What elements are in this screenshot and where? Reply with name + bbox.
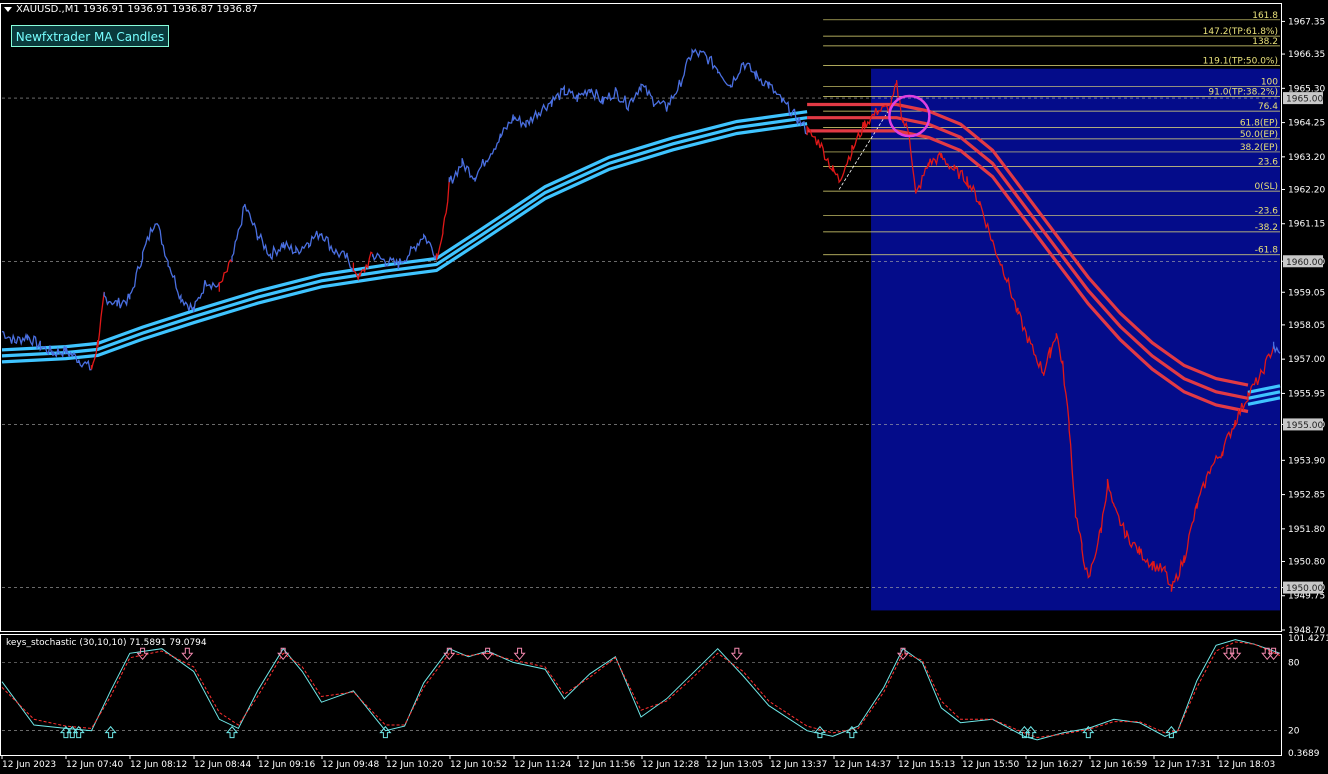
x-tick-label: 12 Jun 18:03 (1218, 760, 1275, 770)
price-line (103, 222, 220, 313)
x-tick-label: 12 Jun 08:44 (194, 760, 251, 770)
ma-band-line (1, 116, 808, 358)
y-tick-label: 1950.80 (1288, 557, 1325, 567)
stoch-tick-label: 101.4271 (1288, 634, 1328, 644)
price-label-text: 1965.00 (1286, 95, 1323, 105)
y-tick-label: 1964.25 (1288, 119, 1325, 129)
x-tick-label: 12 Jun 09:48 (322, 760, 379, 770)
x-tick-label: 12 Jun 09:16 (258, 760, 315, 770)
y-tick-label: 1952.85 (1288, 491, 1325, 501)
fib-level-label: 138.2 (1252, 37, 1278, 47)
fib-level-label: -61.8 (1255, 246, 1279, 256)
x-tick-label: 12 Jun 13:37 (770, 760, 827, 770)
x-tick-label: 12 Jun 2023 (2, 760, 56, 770)
fib-level-label: 91.0(TP:38.2%) (1208, 87, 1278, 97)
stoch-signal-line (1, 641, 1281, 739)
x-tick-label: 12 Jun 16:27 (1026, 760, 1083, 770)
price-label-text: 1960.00 (1286, 258, 1323, 268)
x-tick-label: 12 Jun 07:40 (66, 760, 123, 770)
y-tick-label: 1958.05 (1288, 321, 1325, 331)
arrow-down-icon (181, 647, 194, 661)
x-tick-label: 12 Jun 17:31 (1154, 760, 1211, 770)
arrow-down-icon (513, 647, 526, 661)
trade-zone (871, 68, 1280, 611)
price-line (218, 258, 233, 292)
fib-level-label: 50.0(EP) (1240, 130, 1278, 140)
x-tick-label: 12 Jun 15:13 (898, 760, 955, 770)
fib-level-label: 38.2(EP) (1240, 143, 1278, 153)
y-tick-label: 1955.95 (1288, 389, 1325, 399)
fib-level-label: 61.8(EP) (1240, 118, 1278, 128)
price-line (90, 291, 105, 370)
arrow-down-icon (730, 647, 743, 661)
x-tick-label: 12 Jun 11:24 (514, 760, 571, 770)
fib-level-label: 147.2(TP:61.8%) (1203, 27, 1278, 37)
x-tick-label: 12 Jun 11:56 (578, 760, 635, 770)
fib-level-label: -38.2 (1255, 223, 1278, 233)
y-tick-label: 1963.20 (1288, 153, 1325, 163)
price-line (435, 178, 450, 261)
x-tick-label: 12 Jun 12:28 (642, 760, 699, 770)
arrow-up-icon (1165, 725, 1178, 739)
arrow-up-icon (225, 725, 239, 739)
price-label-text: 1950.00 (1286, 584, 1323, 594)
fib-level-label: 100 (1261, 78, 1278, 88)
arrow-up-icon (379, 725, 392, 739)
stoch-main-line (1, 639, 1281, 741)
arrow-down-icon (1229, 647, 1242, 661)
x-tick-label: 12 Jun 16:59 (1090, 760, 1147, 770)
x-tick-label: 12 Jun 13:05 (706, 760, 763, 770)
y-tick-label: 1957.00 (1288, 355, 1325, 365)
arrow-up-icon (72, 725, 85, 739)
fib-level-label: -23.6 (1255, 207, 1279, 217)
stoch-tick-label: 80 (1288, 658, 1300, 668)
x-tick-label: 12 Jun 14:37 (834, 760, 891, 770)
x-tick-label: 12 Jun 10:52 (450, 760, 507, 770)
x-tick-label: 12 Jun 10:20 (386, 760, 443, 770)
price-label-text: 1955.00 (1286, 421, 1323, 431)
y-tick-label: 1953.90 (1288, 456, 1325, 466)
x-tick-label: 12 Jun 15:50 (962, 760, 1019, 770)
y-tick-label: 1966.35 (1288, 50, 1325, 60)
y-tick-label: 1959.05 (1288, 288, 1325, 298)
arrow-down-icon (896, 647, 910, 661)
y-tick-label: 1967.35 (1288, 17, 1325, 27)
fib-level-label: 23.6 (1258, 158, 1278, 168)
x-tick-label: 12 Jun 08:12 (130, 760, 187, 770)
y-tick-label: 1961.15 (1288, 220, 1325, 230)
ma-band-line (1, 122, 808, 364)
price-chart: 161.8 147.2(TP:61.8%)138.2 119.1(TP:50.0%)… (0, 3, 1328, 770)
arrow-down-icon (136, 647, 149, 661)
arrow-up-icon (104, 725, 117, 739)
price-line (231, 203, 354, 273)
y-tick-label: 1951.80 (1288, 525, 1325, 535)
fib-level-label: 161.8 (1252, 11, 1278, 21)
fib-level-label: 76.4 (1258, 102, 1278, 112)
y-tick-label: 1962.20 (1288, 185, 1325, 195)
fib-level-label: 119.1(TP:50.0%) (1203, 56, 1278, 66)
stoch-tick-label: 20 (1288, 727, 1300, 737)
stoch-tick-label: 0.3689 (1288, 749, 1320, 759)
fib-level-label: 0(SL) (1255, 182, 1278, 192)
